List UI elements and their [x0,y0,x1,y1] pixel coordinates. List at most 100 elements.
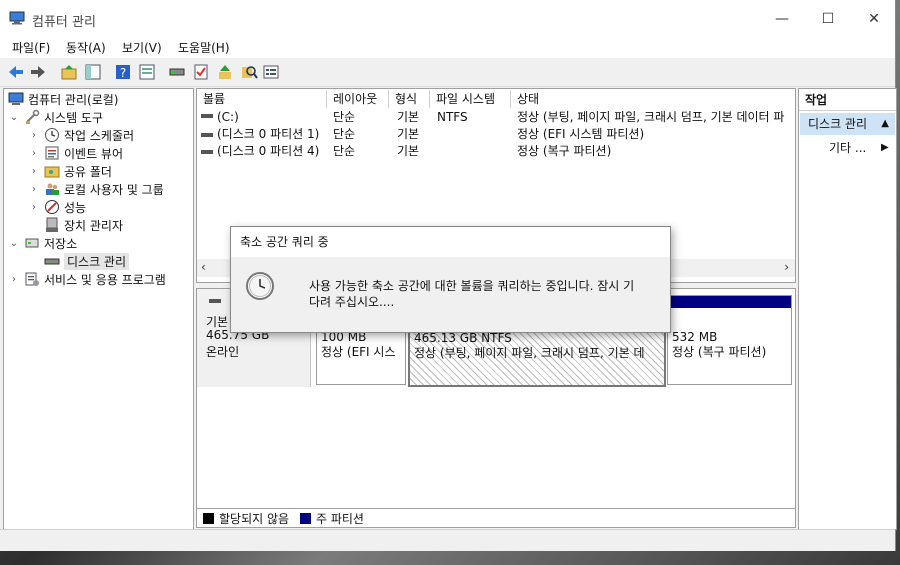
tree-item-task-scheduler[interactable]: › 작업 스케줄러 [28,126,134,144]
actions-more[interactable]: 기타 ... ▶ [829,139,889,157]
menu-file[interactable]: 파일(F) [12,39,50,56]
volume-drive-icon [201,150,213,154]
storage-icon [24,235,40,251]
shrink-query-dialog: 축소 공간 쿼리 중 사용 가능한 축소 공간에 대한 볼륨을 쿼리하는 중입니… [230,226,671,333]
tree-item-disk-management[interactable]: 디스크 관리 [44,252,130,270]
tools-icon [24,109,40,125]
forward-arrow-icon[interactable] [28,62,48,82]
tree-label: 성능 [64,200,87,215]
submenu-arrow-icon: ▶ [881,142,889,153]
partition-text: 532 MB 정상 (복구 파티션) [672,330,766,360]
tree-label: 장치 관리자 [64,218,124,233]
tree-item-storage[interactable]: ⌄ 저장소 [8,234,77,252]
partition-text: 465.13 GB NTFS 정상 (부팅, 페이지 파일, 크래시 덤프, 기… [414,331,660,361]
chevron-right-icon[interactable]: › [28,184,40,195]
chevron-right-icon[interactable]: › [28,148,40,159]
volume-type: 기본 [397,110,420,124]
table-row[interactable]: (디스크 0 파티션 4) 단순 기본 정상 (복구 파티션) [197,143,795,160]
tree-label: 서비스 및 응용 프로그램 [44,272,166,287]
volume-type: 기본 [397,127,420,141]
disk-icon[interactable] [167,62,187,82]
svg-text:?: ? [120,66,126,80]
tree-item-shared-folders[interactable]: › 공유 폴더 [28,162,112,180]
tree-label: 컴퓨터 관리(로컬) [28,92,119,107]
up-folder-icon[interactable] [59,62,79,82]
legend-unallocated: 할당되지 않음 [219,512,290,526]
partition-recovery[interactable]: 532 MB 정상 (복구 파티션) [667,295,792,385]
disk-state: 온라인 [206,345,240,359]
arrow-up-icon[interactable] [215,62,235,82]
back-arrow-icon[interactable] [6,62,26,82]
volume-status: 정상 (복구 파티션) [517,144,612,158]
tree-label: 로컬 사용자 및 그룹 [64,182,164,197]
tree-item-local-users[interactable]: › 로컬 사용자 및 그룹 [28,180,164,198]
volume-layout: 단순 [333,127,356,141]
list-icon[interactable] [261,62,281,82]
properties-icon[interactable] [137,62,157,82]
clock-icon [246,272,274,300]
primary-swatch [300,513,311,524]
chevron-right-icon[interactable]: › [28,130,40,141]
chevron-right-icon[interactable]: › [28,202,40,213]
services-icon [24,271,40,287]
table-row[interactable]: (C:) 단순 기본 NTFS 정상 (부팅, 페이지 파일, 크래시 덤프, … [197,109,795,126]
menu-view[interactable]: 보기(V) [122,39,162,56]
tree-item-event-viewer[interactable]: › 이벤트 뷰어 [28,144,123,162]
legend: 할당되지 않음 주 파티션 [196,508,796,528]
volume-layout: 단순 [333,144,356,158]
search-icon[interactable] [239,62,259,82]
actions-selected-label: 디스크 관리 [808,117,868,131]
show-hide-tree-icon[interactable] [83,62,103,82]
menu-action[interactable]: 동작(A) [66,39,106,56]
tree-item-device-manager[interactable]: 장치 관리자 [44,216,123,234]
chevron-right-icon[interactable]: › [28,166,40,177]
table-row[interactable]: (디스크 0 파티션 1) 단순 기본 정상 (EFI 시스템 파티션) [197,126,795,143]
volume-drive-icon [201,133,213,137]
maximize-button[interactable]: ☐ [805,0,851,38]
close-button[interactable]: ✕ [851,0,897,38]
column-header-volume[interactable]: 볼륨 [197,90,327,108]
tree-label: 시스템 도구 [44,110,104,125]
menu-help[interactable]: 도움말(H) [178,39,230,56]
tree-item-services-applications[interactable]: › 서비스 및 응용 프로그램 [8,270,166,288]
collapse-up-icon[interactable]: ▲ [881,113,889,135]
performance-icon [44,199,60,215]
computer-icon [8,91,24,107]
scroll-right-icon[interactable]: › [784,260,789,274]
volume-name: (디스크 0 파티션 1) [217,127,320,141]
actions-disk-management[interactable]: 디스크 관리 ▲ [800,113,895,135]
status-bar [0,529,895,551]
column-header-status[interactable]: 상태 [511,90,795,108]
minimize-button[interactable]: — [759,0,805,38]
volume-fs: NTFS [437,110,468,124]
column-header-file-system[interactable]: 파일 시스템 [430,90,511,108]
volume-name: (디스크 0 파티션 4) [217,144,320,158]
column-header-layout[interactable]: 레이아웃 [327,90,389,108]
column-header-type[interactable]: 형식 [389,90,430,108]
disk-management-icon [44,253,60,269]
navigation-tree: 컴퓨터 관리(로컬) ⌄ 시스템 도구 › 작업 스케줄러 › 이벤트 뷰어 ›… [3,88,194,530]
title-bar: 컴퓨터 관리 — ☐ ✕ [0,0,895,38]
toolbar: ? [0,58,895,87]
tree-item-computer-management[interactable]: 컴퓨터 관리(로컬) [8,90,118,108]
computer-management-window: 컴퓨터 관리 — ☐ ✕ 파일(F) 동작(A) 보기(V) 도움말(H) ? [0,0,897,551]
chevron-down-icon[interactable]: ⌄ [8,112,20,123]
tree-label: 작업 스케줄러 [64,128,135,143]
volume-drive-icon [201,114,213,118]
tree-label: 공유 폴더 [64,164,112,179]
clock-icon [44,127,60,143]
users-icon [44,181,60,197]
partition-text: 100 MB 정상 (EFI 시스 [321,330,405,360]
chevron-right-icon[interactable]: › [8,274,20,285]
chevron-down-icon[interactable]: ⌄ [8,238,20,249]
checklist-icon[interactable] [191,62,211,82]
tree-item-performance[interactable]: › 성능 [28,198,86,216]
tree-label: 저장소 [44,236,78,251]
scroll-left-icon[interactable]: ‹ [201,260,206,274]
disk-drive-icon [209,299,221,303]
computer-management-icon [9,11,25,25]
dialog-message: 사용 가능한 축소 공간에 대한 볼륨을 쿼리하는 중입니다. 잠시 기 다려 … [309,278,659,310]
tree-item-system-tools[interactable]: ⌄ 시스템 도구 [8,108,103,126]
unallocated-swatch [203,513,214,524]
help-icon[interactable]: ? [113,62,133,82]
